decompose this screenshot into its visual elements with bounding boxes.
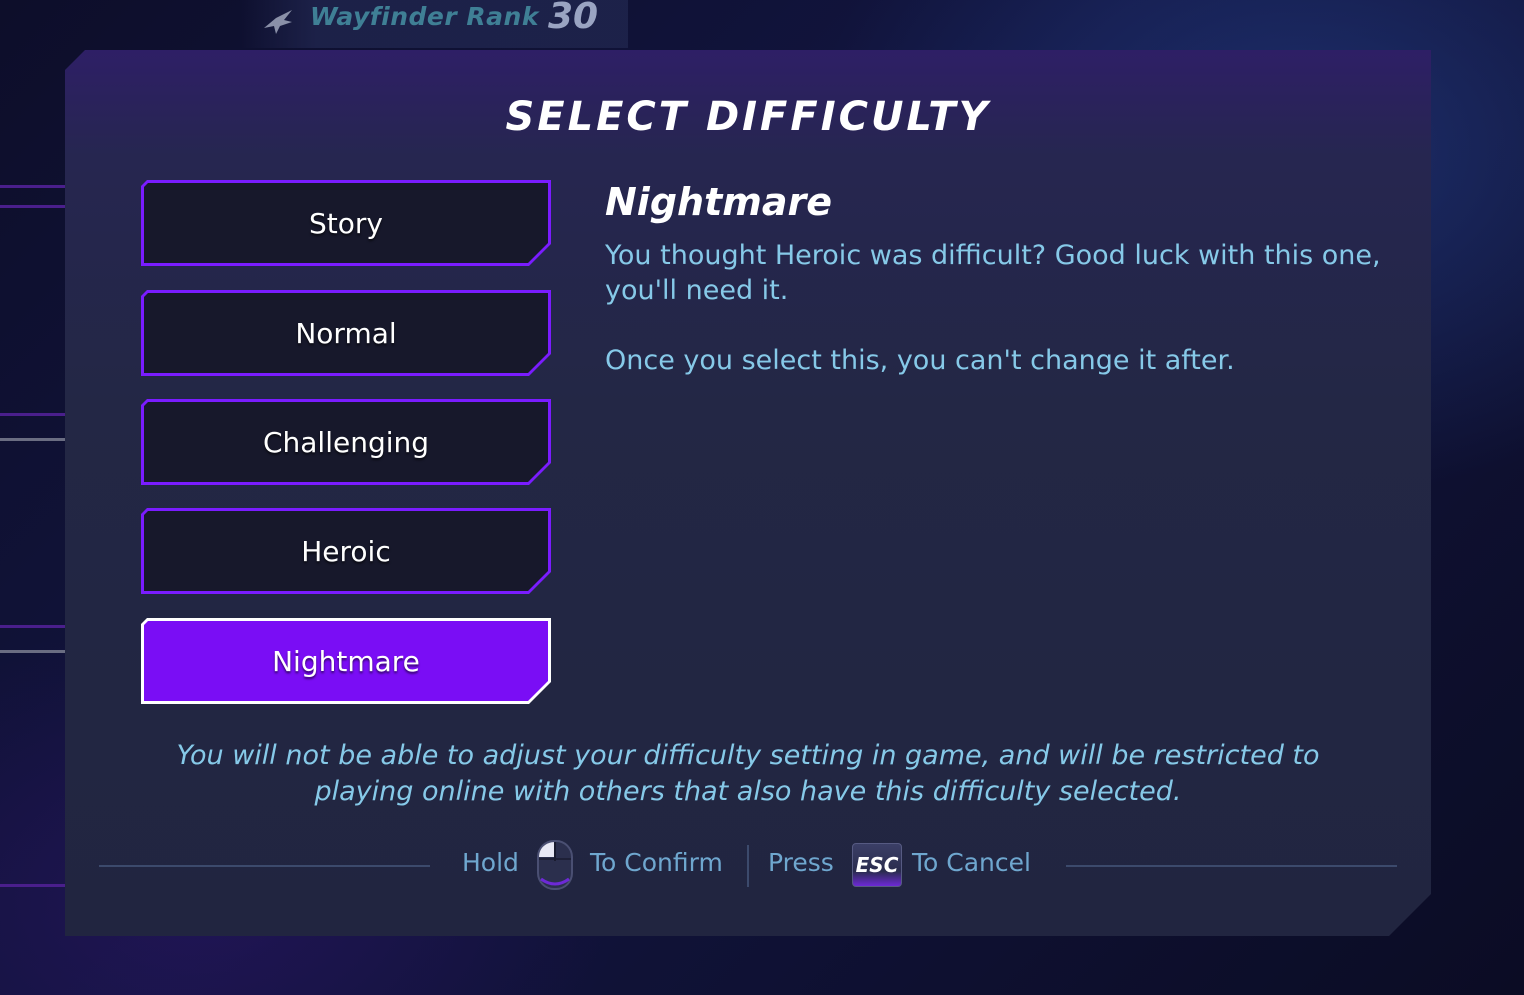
rank-label: Wayfinder Rank: [310, 2, 539, 31]
dialog-title: SELECT DIFFICULTY: [505, 94, 991, 140]
difficulty-option-normal[interactable]: Normal: [141, 290, 551, 376]
difficulty-option-story[interactable]: Story: [141, 180, 551, 266]
detail-description: You thought Heroic was difficult? Good l…: [605, 240, 1381, 306]
detail-title: Nightmare: [605, 180, 832, 224]
detail-note: Once you select this, you can't change i…: [605, 345, 1235, 376]
bg-strip: [0, 650, 70, 653]
bird-emblem-icon: [264, 10, 292, 34]
wayfinder-rank-bar: Wayfinder Rank 30: [240, 0, 628, 48]
bg-strip: [0, 185, 70, 188]
hold-label: Hold: [462, 848, 519, 877]
rank-value: 30: [548, 0, 599, 37]
footer-divider: [1066, 865, 1397, 867]
cancel-label: To Cancel: [912, 848, 1031, 877]
option-label: Heroic: [301, 534, 391, 568]
press-label: Press: [768, 848, 834, 877]
bg-strip: [0, 205, 70, 208]
footer-divider: [99, 865, 430, 867]
bg-strip: [0, 413, 70, 416]
option-label: Challenging: [262, 425, 430, 459]
difficulty-option-nightmare[interactable]: Nightmare: [141, 618, 551, 704]
option-label: Nightmare: [272, 644, 420, 678]
restriction-warning: You will not be able to adjust your diff…: [176, 740, 1320, 807]
option-label: Normal: [295, 316, 397, 350]
bg-strip: [0, 625, 70, 628]
difficulty-option-challenging[interactable]: Challenging: [141, 399, 551, 485]
bg-strip: [0, 884, 70, 887]
difficulty-dialog: SELECT DIFFICULTY Story Normal Challengi…: [65, 50, 1431, 936]
mouse-left-click-icon[interactable]: [536, 839, 574, 891]
footer-separator: [747, 845, 749, 887]
confirm-label: To Confirm: [590, 848, 723, 877]
esc-key-button[interactable]: ESC: [852, 843, 902, 887]
option-label: Story: [309, 206, 383, 240]
difficulty-option-heroic[interactable]: Heroic: [141, 508, 551, 594]
bg-strip: [0, 438, 70, 441]
